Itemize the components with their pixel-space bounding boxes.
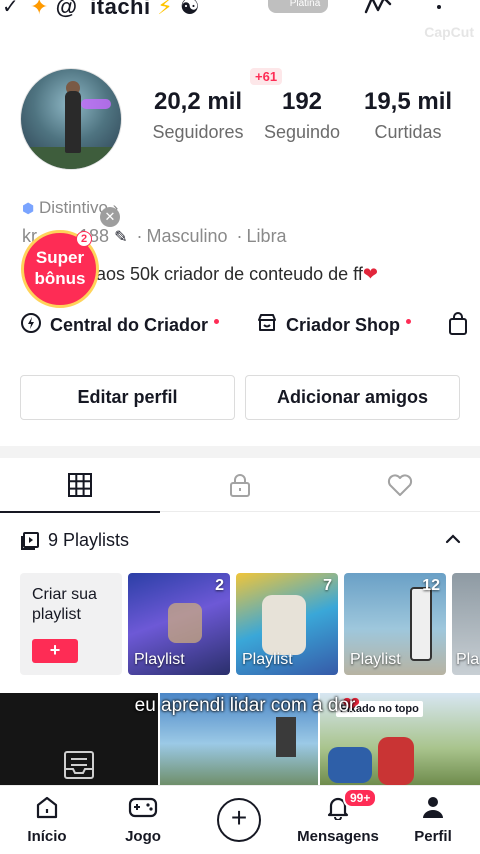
tab-videos[interactable] <box>0 458 160 513</box>
nav-game-label: Jogo <box>125 828 161 845</box>
video-scene <box>378 737 414 785</box>
super-bonus-line1: Super <box>35 248 85 267</box>
active-tab-underline <box>0 511 160 513</box>
heart-outline-icon <box>387 474 413 496</box>
username-header: ✦ @ itachi ⚡ ☯ <box>30 0 200 20</box>
super-bonus-line2: bônus <box>34 269 86 288</box>
video-caption-overlay: eu aprendi lidar com a dor <box>134 695 356 716</box>
tab-liked[interactable] <box>320 458 480 512</box>
nav-game[interactable]: Jogo <box>120 794 166 845</box>
create-playlist-label: Criar sua playlist <box>32 586 97 623</box>
nav-profile[interactable]: Perfil <box>410 794 456 845</box>
avatar-figure <box>65 91 81 153</box>
playlist-label: Pla <box>456 651 480 668</box>
more-icon[interactable] <box>434 0 444 22</box>
nav-home-label: Início <box>27 828 67 845</box>
playlist-label: Playlist <box>350 651 401 668</box>
stat-label: Seguidores <box>152 122 244 142</box>
capcut-watermark: CapCut <box>424 24 474 40</box>
video-scene <box>328 747 372 783</box>
playlist-card[interactable]: 12 Playlist <box>344 573 446 675</box>
gamepad-icon <box>128 797 158 818</box>
create-playlist-card[interactable]: Criar sua playlist + <box>20 573 122 675</box>
playlist-count: 12 <box>422 577 440 594</box>
new-followers-badge: +61 <box>250 68 283 85</box>
messages-badge: 99+ <box>343 788 378 808</box>
playlist-label: Playlist <box>242 651 293 668</box>
notification-dot <box>214 319 220 324</box>
playlist-count: 7 <box>323 577 332 594</box>
playlist-count: 2 <box>215 577 224 594</box>
chevron-up-icon[interactable] <box>444 530 462 553</box>
playlist-card[interactable]: 7 Playlist <box>236 573 338 675</box>
stat-likes[interactable]: 19,5 mil Curtidas <box>348 88 468 143</box>
grid-icon <box>68 473 92 497</box>
creator-center-label: Central do Criador <box>50 315 209 335</box>
playlist-icon <box>21 531 39 550</box>
squiggle-icon[interactable] <box>364 0 392 22</box>
tab-private[interactable] <box>160 458 320 512</box>
stat-value: 20,2 mil <box>153 88 243 115</box>
playlists-header[interactable]: 9 Playlists <box>20 530 129 551</box>
stat-value: 192 <box>281 88 323 115</box>
content-tabs <box>0 458 480 513</box>
bio-text: aos 50k criador de conteudo de ff❤ <box>96 264 378 284</box>
badge-shield-icon: ⬢ <box>22 200 35 216</box>
super-bonus-button[interactable]: Super bônus 2 <box>21 230 99 308</box>
stat-label: Curtidas <box>374 122 442 142</box>
video-scene <box>276 717 296 757</box>
add-friends-button[interactable]: Adicionar amigos <box>245 375 460 420</box>
playlist-card[interactable]: Pla <box>452 573 480 675</box>
playlist-thumbnail <box>168 603 202 643</box>
nav-home[interactable]: Início <box>24 794 70 845</box>
heart-icon: ❤ <box>362 264 378 284</box>
creator-center-link[interactable]: Central do Criador <box>20 312 220 339</box>
stat-value: 19,5 mil <box>363 88 453 115</box>
stat-followers[interactable]: 20,2 mil Seguidores <box>138 88 258 143</box>
gender-label: Masculino <box>146 226 228 246</box>
section-divider <box>0 446 480 458</box>
creator-shop-link[interactable]: Criador Shop <box>256 312 412 339</box>
notification-dot <box>406 319 412 324</box>
chevron-left-icon[interactable]: ✓ <box>2 0 19 19</box>
avatar-glow <box>81 99 111 109</box>
inbox-icon <box>64 751 94 779</box>
avatar[interactable] <box>20 68 122 170</box>
rank-badge: Platina <box>268 0 328 13</box>
stat-following[interactable]: 192 Seguindo <box>242 88 362 143</box>
super-bonus-count: 2 <box>76 231 92 247</box>
lightning-icon: ⚡ <box>157 0 174 19</box>
playlist-label: Playlist <box>134 651 185 668</box>
stat-label: Seguindo <box>263 122 341 142</box>
edit-profile-button[interactable]: Editar perfil <box>20 375 235 420</box>
sign-label: Libra <box>246 226 287 246</box>
shopping-bag-icon[interactable] <box>447 312 469 341</box>
profile-icon <box>423 797 443 818</box>
playlists-header-label: 9 Playlists <box>48 530 130 550</box>
close-icon[interactable]: ✕ <box>100 207 120 227</box>
top-bar: ✓ ✦ @ itachi ⚡ ☯ Platina <box>0 0 480 26</box>
playlist-card[interactable]: 2 Playlist <box>128 573 230 675</box>
create-post-button[interactable]: + <box>217 798 261 842</box>
edit-pencil-icon[interactable]: ✎ <box>114 229 127 246</box>
playlist-thumbnail <box>410 587 432 661</box>
distintivo-label: Distintivo <box>38 198 108 217</box>
nav-profile-label: Perfil <box>414 828 452 845</box>
playlist-thumbnail <box>262 595 306 655</box>
lock-icon <box>230 474 250 497</box>
create-playlist-button[interactable]: + <box>32 639 78 663</box>
star-icon: ✦ <box>30 0 49 19</box>
nav-messages-label: Mensagens <box>297 828 379 845</box>
home-icon <box>36 796 58 819</box>
yin-yang-icon: ☯ <box>179 0 201 19</box>
lightning-circle-icon <box>20 312 42 339</box>
creator-shop-label: Criador Shop <box>286 315 401 335</box>
bottom-nav: Início Jogo + Mensagens 99+ Perfil <box>0 785 480 854</box>
shop-icon <box>256 312 278 339</box>
